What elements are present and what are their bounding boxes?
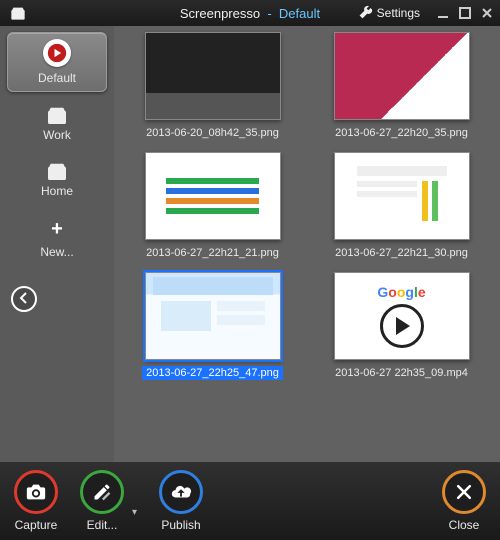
cloud-upload-icon: [159, 470, 203, 514]
workspace-label: Default: [38, 71, 76, 85]
workspace-item-new[interactable]: + New...: [7, 212, 107, 265]
workspace-item-home[interactable]: Home: [7, 156, 107, 204]
main-area: Default Work Home + New... 20: [0, 26, 500, 462]
titlebar: Screenpresso - Default Settings: [0, 0, 500, 26]
workspace-label: Work: [43, 128, 71, 142]
thumbnail: [145, 152, 281, 240]
app-logo-icon: [43, 39, 71, 67]
file-name: 2013-06-20_08h42_35.png: [142, 126, 283, 140]
google-logo-icon: Google: [377, 284, 425, 300]
minimize-button[interactable]: [434, 6, 452, 20]
file-name: 2013-06-27 22h35_09.mp4: [331, 366, 472, 380]
workspace-sidebar: Default Work Home + New...: [0, 26, 114, 462]
app-icon: [10, 6, 26, 20]
workspace-name: Default: [279, 6, 320, 21]
file-item[interactable]: 2013-06-27_22h25_47.png: [124, 272, 301, 380]
file-item[interactable]: Google 2013-06-27 22h35_09.mp4: [313, 272, 490, 380]
folder-icon: [46, 162, 68, 180]
settings-label: Settings: [377, 6, 420, 20]
workspace-label: Home: [41, 184, 73, 198]
thumbnail: [145, 32, 281, 120]
wrench-icon: [359, 5, 373, 22]
capture-button[interactable]: Capture: [14, 470, 58, 532]
file-item[interactable]: 2013-06-20_08h42_35.png: [124, 32, 301, 140]
settings-button[interactable]: Settings: [359, 5, 420, 22]
file-name: 2013-06-27_22h21_21.png: [142, 246, 283, 260]
app-name: Screenpresso: [180, 6, 260, 21]
thumbnail: [334, 32, 470, 120]
folder-icon: [46, 106, 68, 124]
capture-label: Capture: [15, 518, 58, 532]
play-icon: [380, 304, 424, 348]
thumbnail: [334, 152, 470, 240]
edit-icon: [80, 470, 124, 514]
edit-dropdown-caret[interactable]: ▾: [132, 507, 137, 518]
file-name: 2013-06-27_22h20_35.png: [331, 126, 472, 140]
camera-icon: [14, 470, 58, 514]
thumbnail: [145, 272, 281, 360]
publish-label: Publish: [161, 518, 200, 532]
maximize-button[interactable]: [456, 6, 474, 20]
bottom-toolbar: Capture Edit... ▾ Publish Close: [0, 462, 500, 540]
file-name: 2013-06-27_22h25_47.png: [142, 366, 283, 380]
file-name: 2013-06-27_22h21_30.png: [331, 246, 472, 260]
collapse-sidebar-button[interactable]: [11, 286, 37, 312]
file-item[interactable]: 2013-06-27_22h20_35.png: [313, 32, 490, 140]
plus-icon: +: [51, 218, 63, 241]
thumbnail-grid: 2013-06-20_08h42_35.png 2013-06-27_22h20…: [114, 26, 500, 462]
thumbnail: Google: [334, 272, 470, 360]
chevron-left-icon: [18, 292, 30, 307]
close-window-button[interactable]: [478, 6, 496, 20]
edit-button[interactable]: Edit...: [80, 470, 124, 532]
close-label: Close: [449, 518, 480, 532]
title-separator: -: [267, 6, 271, 21]
workspace-item-work[interactable]: Work: [7, 100, 107, 148]
edit-label: Edit...: [87, 518, 118, 532]
close-button[interactable]: Close: [442, 470, 486, 532]
workspace-label: New...: [40, 245, 73, 259]
publish-button[interactable]: Publish: [159, 470, 203, 532]
workspace-item-default[interactable]: Default: [7, 32, 107, 92]
file-item[interactable]: 2013-06-27_22h21_21.png: [124, 152, 301, 260]
close-icon: [442, 470, 486, 514]
file-item[interactable]: 2013-06-27_22h21_30.png: [313, 152, 490, 260]
